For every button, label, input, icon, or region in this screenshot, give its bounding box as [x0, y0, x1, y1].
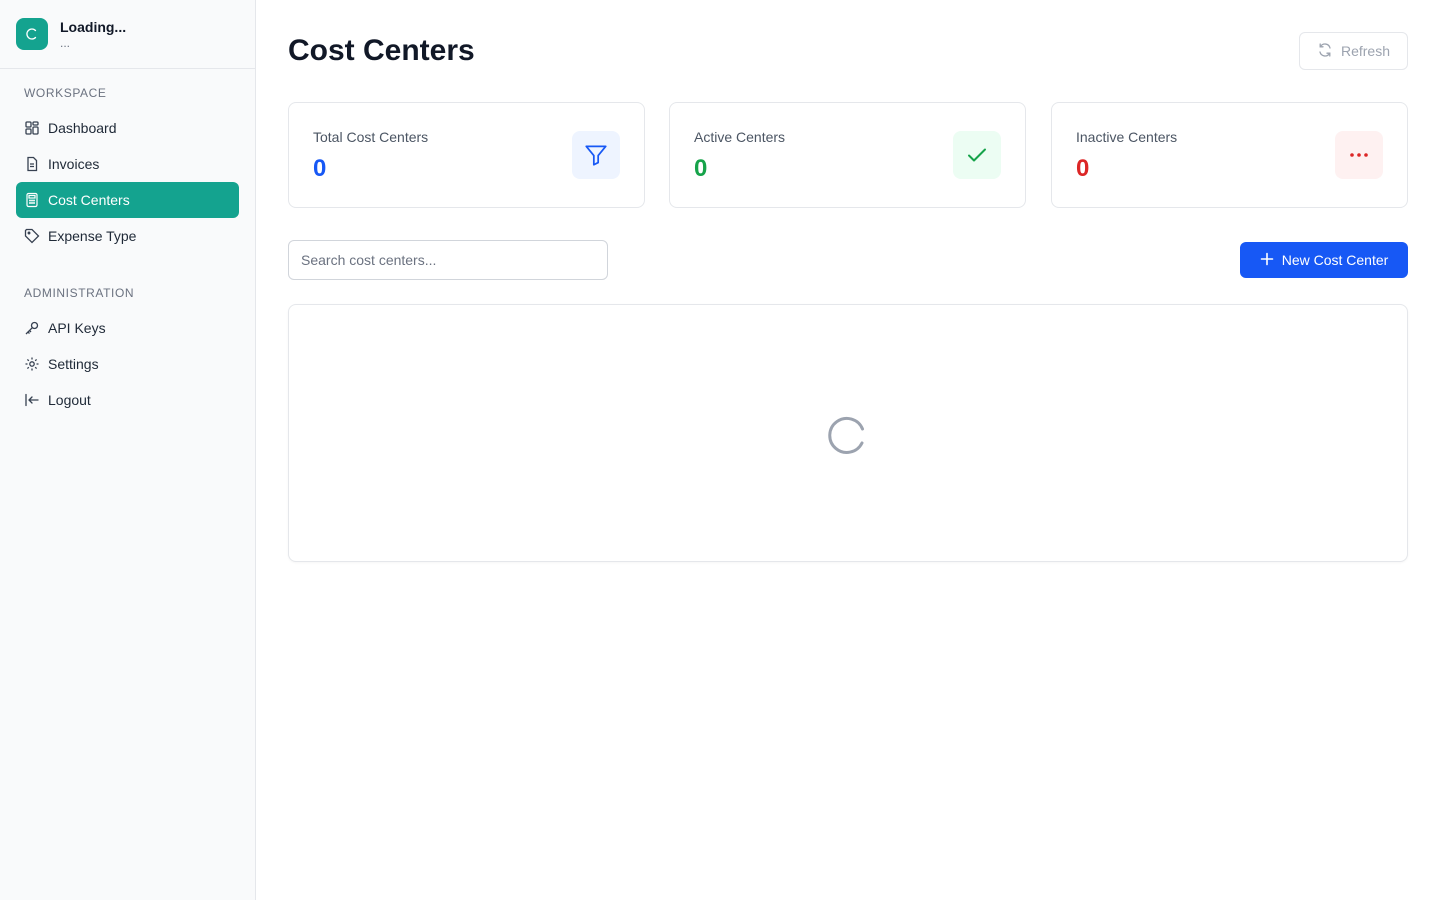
loading-spinner-icon	[828, 416, 864, 454]
grid-icon	[24, 120, 40, 136]
stat-card-total: Total Cost Centers 0	[288, 102, 645, 208]
sidebar-item-logout[interactable]: Logout	[16, 382, 239, 418]
more-dots-icon	[1335, 131, 1383, 179]
brand-subtitle: ...	[60, 36, 71, 50]
refresh-button[interactable]: Refresh	[1299, 32, 1408, 70]
sidebar-item-invoices[interactable]: Invoices	[16, 146, 239, 182]
sidebar-item-api-keys[interactable]: API Keys	[16, 310, 239, 346]
stat-label: Inactive Centers	[1076, 129, 1178, 145]
section-label-workspace: WORKSPACE	[24, 86, 107, 100]
sidebar-item-label: Settings	[48, 356, 99, 372]
workspace-nav: Dashboard Invoices Cost Centers Expense …	[0, 110, 255, 254]
brand-header: Loading... ...	[0, 0, 255, 69]
stat-card-inactive: Inactive Centers 0	[1051, 102, 1408, 208]
stat-value: 0	[1076, 155, 1090, 182]
refresh-icon	[1317, 42, 1333, 61]
sidebar-item-label: Dashboard	[48, 120, 117, 136]
document-icon	[24, 156, 40, 172]
check-icon	[953, 131, 1001, 179]
main-content: Cost Centers Refresh Total Cost Centers …	[256, 0, 1440, 900]
brand-logo-icon	[16, 18, 48, 50]
sidebar-item-expense-type[interactable]: Expense Type	[16, 218, 239, 254]
gear-icon	[24, 356, 40, 372]
sidebar-item-label: API Keys	[48, 320, 106, 336]
page-title: Cost Centers	[288, 34, 475, 67]
sidebar-item-cost-centers[interactable]: Cost Centers	[16, 182, 239, 218]
calculator-icon	[24, 192, 40, 208]
sidebar-item-label: Invoices	[48, 156, 100, 172]
plus-icon	[1260, 252, 1274, 269]
sidebar: Loading... ... WORKSPACE Dashboard Invoi…	[0, 0, 256, 900]
stat-label: Total Cost Centers	[313, 129, 429, 145]
refresh-label: Refresh	[1340, 43, 1391, 59]
sidebar-item-label: Cost Centers	[48, 192, 130, 208]
sidebar-item-label: Expense Type	[48, 228, 137, 244]
key-icon	[24, 320, 40, 336]
logout-icon	[24, 392, 40, 408]
admin-nav: API Keys Settings Logout	[0, 310, 255, 418]
cost-centers-table-panel	[288, 304, 1408, 562]
stat-value: 0	[694, 155, 708, 182]
filter-icon	[572, 131, 620, 179]
new-cost-center-label: New Cost Center	[1281, 252, 1389, 268]
sidebar-item-dashboard[interactable]: Dashboard	[16, 110, 239, 146]
search-input[interactable]	[288, 240, 608, 280]
tag-icon	[24, 228, 40, 244]
stat-label: Active Centers	[694, 129, 786, 145]
new-cost-center-button[interactable]: New Cost Center	[1240, 242, 1408, 278]
section-label-administration: ADMINISTRATION	[24, 286, 135, 300]
sidebar-item-settings[interactable]: Settings	[16, 346, 239, 382]
stat-card-active: Active Centers 0	[669, 102, 1026, 208]
sidebar-item-label: Logout	[48, 392, 91, 408]
stat-value: 0	[313, 155, 327, 182]
brand-title: Loading...	[60, 19, 127, 35]
